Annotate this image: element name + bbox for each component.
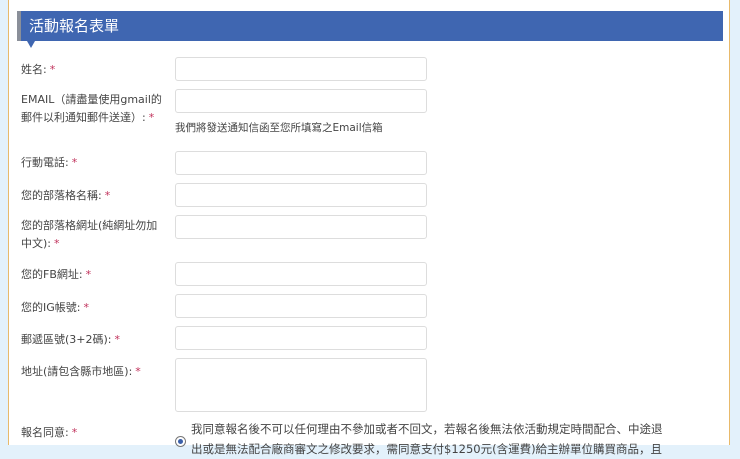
- zip-label: 郵遞區號(3+2碼): *: [21, 333, 121, 346]
- email-input[interactable]: [175, 89, 427, 113]
- form-title: 活動報名表單: [17, 11, 723, 41]
- agree-text: 我同意報名後不可以任何理由不參加或者不回文，若報名後無法依活動規定時間配合、中途…: [191, 419, 691, 459]
- phone-label: 行動電話: *: [21, 156, 78, 169]
- phone-input[interactable]: [175, 151, 427, 175]
- email-label: EMAIL（請盡量使用gmail的郵件以利通知郵件送達）: *: [21, 93, 162, 124]
- name-input[interactable]: [175, 57, 427, 81]
- address-textarea[interactable]: [175, 358, 427, 412]
- form-page: 活動報名表單 姓名: * EMAIL（請盡量使用gmail的郵件以利通知郵件送達）…: [8, 0, 730, 456]
- address-label: 地址(請包含縣市地區): *: [21, 365, 141, 378]
- title-arrow-icon: [27, 41, 35, 48]
- agree-label: 報名同意: *: [21, 426, 78, 439]
- name-label: 姓名: *: [21, 63, 56, 76]
- email-help-text: 我們將發送通知信函至您所填寫之Email信箱: [175, 122, 383, 134]
- blog-url-input[interactable]: [175, 215, 427, 239]
- agree-radio[interactable]: [175, 436, 186, 447]
- blog-name-input[interactable]: [175, 183, 427, 207]
- zip-input[interactable]: [175, 326, 427, 350]
- blog-url-label: 您的部落格網址(純網址勿加中文): *: [21, 219, 158, 250]
- fb-input[interactable]: [175, 262, 427, 286]
- ig-input[interactable]: [175, 294, 427, 318]
- blog-name-label: 您的部落格名稱: *: [21, 189, 111, 202]
- agree-text-line: 我同意報名後不可以任何理由不參加或者不回文，若報名後無法依活動規定時間配合、中途…: [191, 422, 663, 436]
- ig-label: 您的IG帳號: *: [21, 301, 89, 314]
- agree-text-line: 出或是無法配合廠商審文之修改要求，需同意支付$1250元(含運費)給主辦單位購買…: [191, 442, 663, 456]
- fb-label: 您的FB網址: *: [21, 268, 92, 281]
